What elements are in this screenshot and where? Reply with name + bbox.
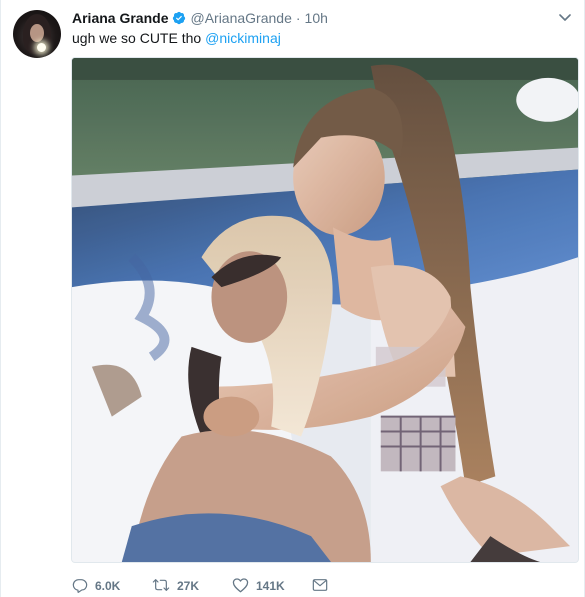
retweet-count: 27K [177,579,200,593]
chevron-down-icon[interactable] [558,11,572,25]
reply-button[interactable]: 6.0K [72,577,152,596]
tweet-actions: 6.0K 27K 141K [72,576,342,596]
envelope-icon [312,578,328,595]
tweet-photo[interactable] [71,57,579,563]
avatar[interactable] [13,10,61,58]
reply-icon [72,577,88,596]
separator-dot: · [295,10,301,26]
like-count: 141K [256,579,285,593]
reply-count: 6.0K [95,579,121,593]
tweet-text: ugh we so CUTE tho @nickiminaj [72,30,281,46]
tweet-header: Ariana Grande @ArianaGrande · 10h [72,9,328,27]
heart-icon [232,577,249,596]
verified-badge-icon [172,11,186,25]
timestamp[interactable]: 10h [305,10,328,26]
author-handle[interactable]: @ArianaGrande [190,10,291,26]
retweet-button[interactable]: 27K [152,577,232,596]
author-name[interactable]: Ariana Grande [72,10,168,26]
like-button[interactable]: 141K [232,577,312,596]
mention-link[interactable]: @nickiminaj [205,30,281,46]
direct-message-button[interactable] [312,578,342,595]
tweet-card[interactable]: Ariana Grande @ArianaGrande · 10h ugh we… [0,0,585,597]
retweet-icon [152,577,170,596]
tweet-body: ugh we so CUTE tho [72,30,202,46]
